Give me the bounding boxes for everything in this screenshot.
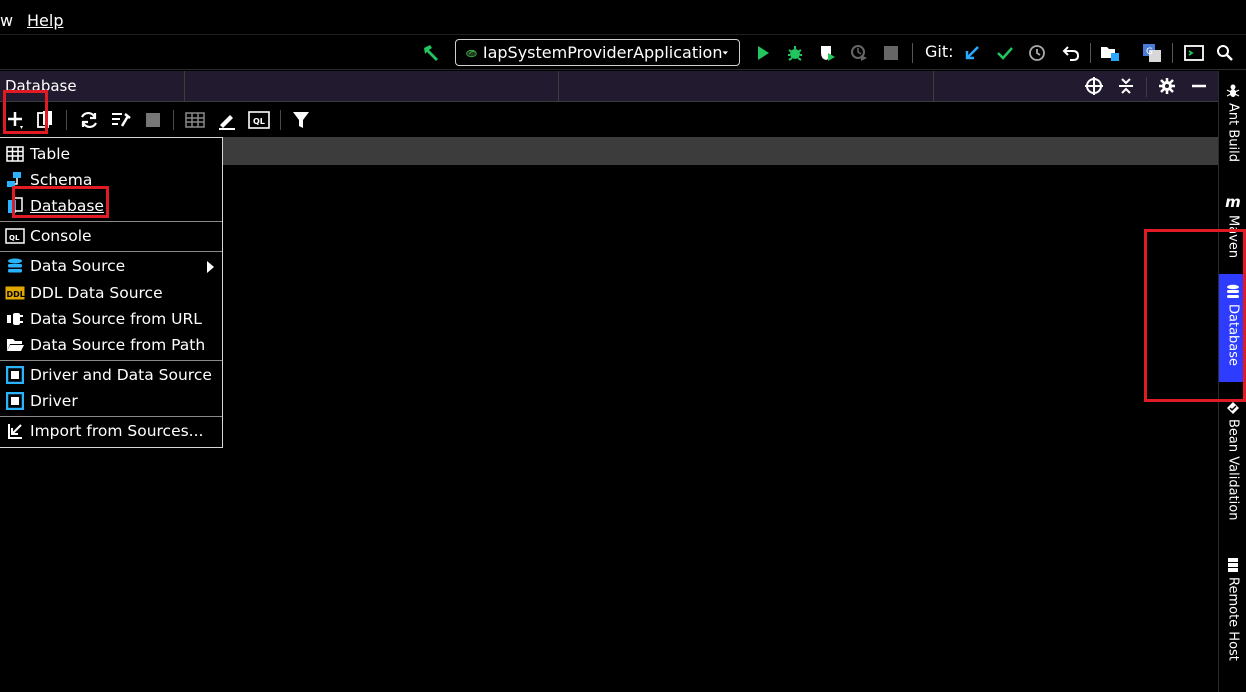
run-configuration-select[interactable]: IapSystemProviderApplication [455, 39, 740, 66]
stop-icon[interactable] [142, 109, 164, 131]
run-configuration-label: IapSystemProviderApplication [482, 43, 723, 62]
database-panel-header: Database [0, 71, 1218, 102]
toolbar-separator [1090, 43, 1091, 63]
menu-separator [0, 221, 222, 222]
driver-icon [0, 362, 30, 388]
menu-separator [0, 416, 222, 417]
menu-separator [0, 251, 222, 252]
menu-item-table[interactable]: Table [0, 141, 222, 167]
edit-icon[interactable] [216, 109, 238, 131]
highlight-database-item [12, 186, 109, 218]
git-label: Git: [925, 42, 954, 61]
menu-item-label: Data Source from URL [30, 310, 202, 328]
svg-text:DDL: DDL [7, 290, 25, 299]
menu-item-driver-and-data-source[interactable]: Driver and Data Source [0, 362, 222, 388]
highlight-database-tab [1144, 229, 1246, 402]
ddl-icon: DDL [0, 280, 30, 306]
submenu-arrow-icon [207, 261, 214, 273]
table-view-icon[interactable] [184, 109, 206, 131]
query-console-icon[interactable]: QL [248, 109, 270, 131]
folder-icon [0, 332, 30, 358]
toolbar-separator [1172, 43, 1173, 63]
menu-item-label: DDL Data Source [30, 284, 163, 302]
refresh-icon[interactable] [78, 109, 100, 131]
new-dropdown-menu: Table Schema Database QL Console Data So… [0, 137, 223, 448]
menu-separator [0, 360, 222, 361]
locate-icon[interactable] [1083, 75, 1105, 97]
menu-item-ddl-data-source[interactable]: DDL DDL Data Source [0, 280, 222, 306]
url-icon [0, 306, 30, 332]
debug-icon[interactable] [784, 42, 806, 64]
tab-ant-build[interactable]: Ant Build [1219, 83, 1246, 162]
main-toolbar: IapSystemProviderApplication Git: G [0, 35, 1246, 70]
highlight-new-button [3, 90, 48, 134]
toolbar-separator [912, 43, 913, 63]
stop-icon[interactable] [880, 42, 902, 64]
toolbar-separator [280, 110, 281, 130]
gear-icon[interactable] [1156, 75, 1178, 97]
database-toolbar: QL [0, 102, 1218, 137]
toolbar-separator [66, 110, 67, 130]
menu-item-label: Import from Sources... [30, 422, 204, 440]
ant-icon [1226, 84, 1240, 97]
collapse-all-icon[interactable] [1115, 75, 1137, 97]
build-icon[interactable] [420, 42, 442, 64]
datasource-icon [0, 253, 30, 279]
profiler-icon[interactable] [848, 42, 870, 64]
svg-text:QL: QL [9, 234, 20, 242]
tree-header-band [222, 137, 1218, 165]
spring-boot-icon [466, 49, 477, 57]
menu-item-label: Table [30, 145, 71, 163]
import-icon [0, 418, 30, 444]
header-divider [933, 71, 934, 102]
project-structure-icon[interactable] [1099, 42, 1121, 64]
svg-text:G: G [1146, 47, 1153, 57]
menu-item-label: Console [30, 227, 92, 245]
table-icon [0, 141, 30, 167]
properties-icon[interactable] [110, 109, 132, 131]
menu-item-data-source-url[interactable]: Data Source from URL [0, 306, 222, 332]
tab-bean-validation[interactable]: Bean Validation [1219, 401, 1246, 520]
driver-icon [0, 388, 30, 414]
minimize-icon[interactable] [1188, 75, 1210, 97]
tab-label: Remote Host [1225, 577, 1241, 661]
menu-item-data-source-path[interactable]: Data Source from Path [0, 332, 222, 358]
menu-item-label: Driver [30, 392, 78, 410]
maven-icon: m [1225, 193, 1241, 211]
chevron-down-icon [723, 50, 729, 55]
menu-bar: w Help [0, 7, 1246, 35]
svg-text:QL: QL [253, 117, 265, 126]
menu-item-driver[interactable]: Driver [0, 388, 222, 414]
menu-item-import-from-sources[interactable]: Import from Sources... [0, 418, 222, 444]
run-icon[interactable] [752, 42, 774, 64]
console-icon: QL [0, 223, 30, 249]
menu-item-label: Driver and Data Source [30, 366, 212, 384]
git-commit-icon[interactable] [994, 42, 1016, 64]
header-divider [1146, 77, 1147, 97]
search-icon[interactable] [1214, 42, 1236, 64]
bean-icon [1227, 402, 1239, 414]
tab-label: Ant Build [1225, 103, 1241, 162]
git-history-icon[interactable] [1026, 42, 1048, 64]
rollback-icon[interactable] [1060, 42, 1082, 64]
toolbar-separator [173, 110, 174, 130]
menu-item-console[interactable]: QL Console [0, 223, 222, 249]
git-update-icon[interactable] [961, 42, 983, 64]
tab-label: Bean Validation [1225, 419, 1241, 521]
terminal-icon[interactable] [1183, 42, 1205, 64]
header-divider [184, 71, 185, 102]
menu-help[interactable]: Help [27, 11, 63, 30]
menu-item-data-source[interactable]: Data Source [0, 253, 222, 279]
menu-item-label: Data Source [30, 257, 126, 275]
menu-item-label: Data Source from Path [30, 336, 206, 354]
translate-icon[interactable]: G [1141, 42, 1163, 64]
tab-remote-host[interactable]: Remote Host [1219, 557, 1246, 661]
filter-icon[interactable] [290, 109, 312, 131]
coverage-icon[interactable] [816, 42, 838, 64]
top-strip [0, 0, 1246, 7]
header-divider [558, 71, 559, 102]
server-icon [1228, 558, 1238, 572]
menu-view[interactable]: w [0, 11, 13, 30]
